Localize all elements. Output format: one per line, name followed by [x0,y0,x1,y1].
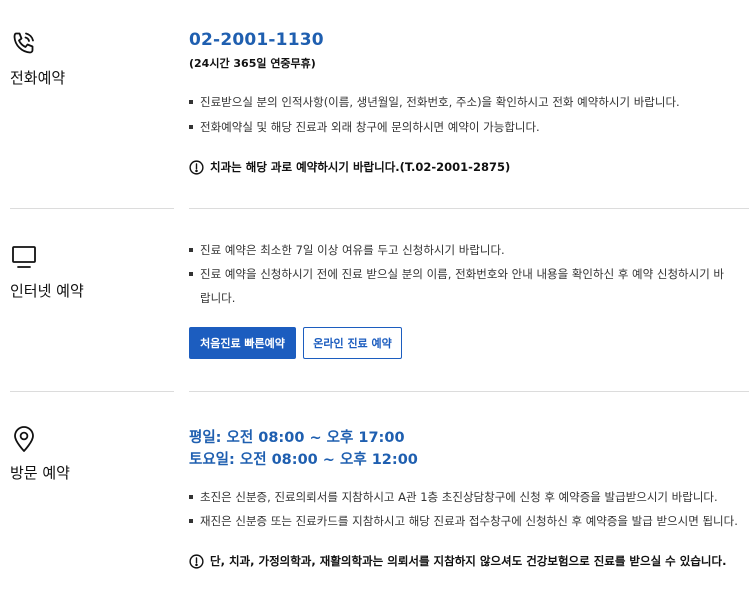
dental-notice-text: 치과는 해당 과로 예약하시기 바랍니다.(T.02-2001-2875) [210,160,511,174]
list-item: 진료 예약을 신청하시기 전에 진료 받으실 분의 이름, 전화번호와 안내 내… [189,262,729,310]
phone-availability: (24시간 365일 연중무휴) [189,57,316,70]
exclamation-circle-icon [189,159,204,175]
exclamation-circle-icon [189,553,204,569]
section-divider [10,391,174,392]
list-item: 초진은 신분증, 진료의뢰서를 지참하시고 A관 1층 초진상담창구에 신청 후… [189,485,749,509]
section-divider [189,391,749,392]
list-item: 진료 예약은 최소한 7일 이상 여유를 두고 신청하시기 바랍니다. [189,238,749,262]
phone-reservation-title: 전화예약 [10,69,66,87]
list-item: 재진은 신분증 또는 진료카드를 지참하시고 해당 진료과 접수창구에 신청하신… [189,509,749,533]
weekday-hours: 평일: 오전 08:00 ~ 오후 17:00 [189,430,405,446]
insurance-notice-text: 단, 치과, 가정의학과, 재활의학과는 의뢰서를 지참하지 않으셔도 건강보험… [210,554,727,568]
phone-number[interactable]: 02-2001-1130 [189,30,324,50]
quick-first-visit-reservation-button[interactable]: 처음진료 빠른예약 [189,327,296,359]
location-pin-icon [10,425,38,453]
phone-icon [10,30,38,58]
insurance-notice: 단, 치과, 가정의학과, 재활의학과는 의뢰서를 지참하지 않으셔도 건강보험… [189,553,726,569]
monitor-icon [10,243,38,271]
saturday-hours: 토요일: 오전 08:00 ~ 오후 12:00 [189,452,418,468]
list-item: 진료받으실 분의 인적사항(이름, 생년월일, 전화번호, 주소)을 확인하시고… [189,90,749,114]
section-divider [189,208,749,209]
list-item: 전화예약실 및 해당 진료과 외래 창구에 문의하시면 예약이 가능합니다. [189,115,749,139]
online-reservation-button[interactable]: 온라인 진료 예약 [303,327,402,359]
internet-reservation-title: 인터넷 예약 [10,282,84,300]
visit-reservation-title: 방문 예약 [10,464,70,482]
section-divider [10,208,174,209]
dental-notice: 치과는 해당 과로 예약하시기 바랍니다.(T.02-2001-2875) [189,159,510,175]
